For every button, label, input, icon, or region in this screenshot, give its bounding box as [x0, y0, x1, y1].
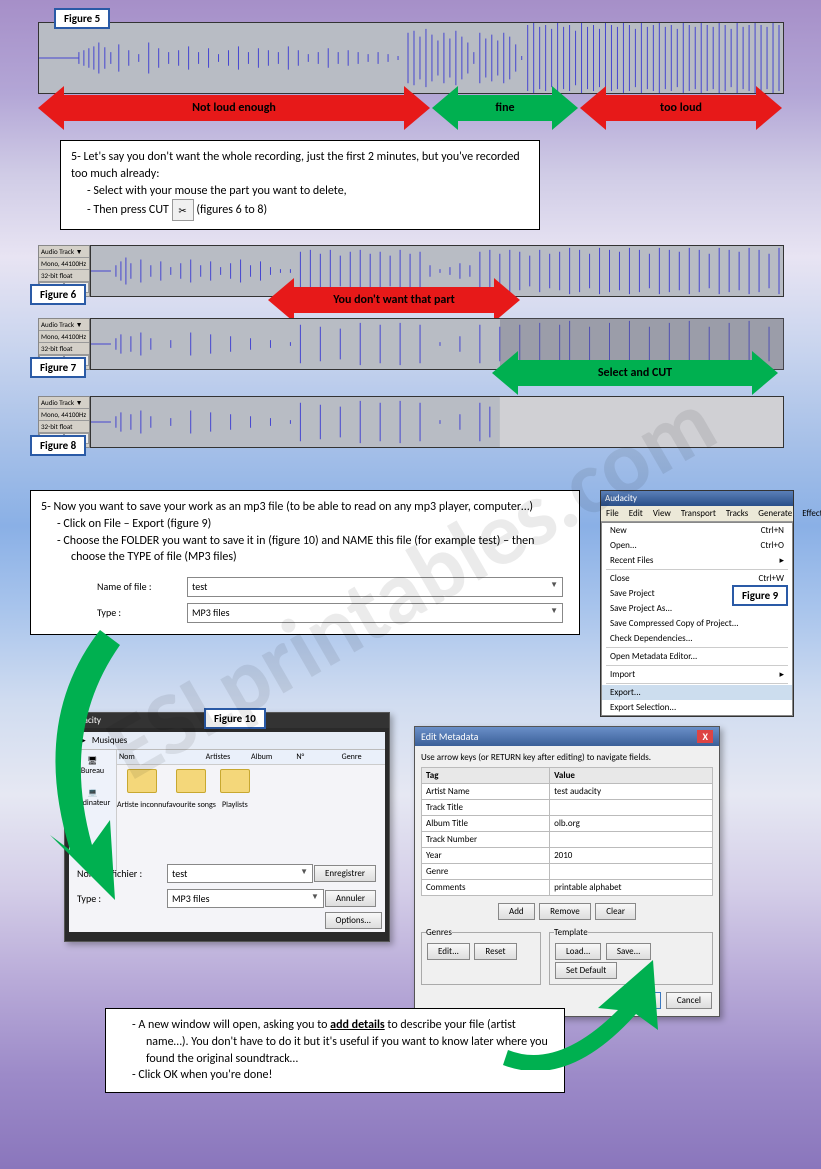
cut-icon: ✂	[172, 199, 194, 221]
step5b-bullet2: Choose the FOLDER you want to save it in…	[71, 533, 569, 567]
final-bullet1: A new window will open, asking you to ad…	[146, 1017, 554, 1067]
curved-arrow-icon	[498, 960, 678, 1070]
arrow-head-icon	[580, 86, 606, 130]
filename-field[interactable]: test▼	[167, 864, 313, 883]
metadata-table: TagValue Artist Nametest audacity Track …	[421, 767, 713, 896]
menu-transport[interactable]: Transport	[676, 506, 721, 521]
arrow-head-icon	[432, 86, 458, 130]
template-save-button[interactable]: Save...	[606, 943, 652, 960]
arrow-head-icon	[492, 351, 518, 395]
menu-generate[interactable]: Generate	[753, 506, 797, 521]
metadata-instruction: Use arrow keys (or RETURN key after edit…	[421, 752, 713, 763]
template-load-button[interactable]: Load...	[555, 943, 601, 960]
table-row[interactable]: Artist Nametest audacity	[422, 784, 713, 800]
menu-close[interactable]: CloseCtrl+W	[602, 571, 792, 586]
menu-export[interactable]: Export...	[602, 685, 792, 700]
step5a-box: 5- Let's say you don't want the whole re…	[60, 140, 540, 230]
options-button[interactable]: Options...	[325, 912, 382, 929]
step5a-bullet2: Then press CUT ✂ (figures 6 to 8)	[101, 199, 529, 221]
final-bullet2: Click OK when you're done!	[146, 1067, 554, 1084]
step5b-bullet1: Click on File – Export (figure 9)	[71, 516, 569, 533]
fig6-arrow: You don't want that part	[294, 287, 494, 313]
fig7-arrow: Select and CUT	[518, 360, 752, 386]
figure10-label: Figure 10	[204, 708, 266, 729]
figure9-label: Figure 9	[732, 585, 788, 606]
menu-effect[interactable]: Effect	[797, 506, 821, 521]
menu-new[interactable]: NewCtrl+N	[602, 523, 792, 538]
fine-arrow: fine	[458, 95, 552, 121]
cancel-button[interactable]: Annuler	[325, 890, 376, 907]
file-menu-dropdown: NewCtrl+N Open...Ctrl+O Recent Files▸ Cl…	[601, 522, 793, 716]
step5b-box: 5- Now you want to save your work as an …	[30, 490, 580, 635]
menu-import[interactable]: Import▸	[602, 667, 792, 682]
filetype-field[interactable]: MP3 files▼	[167, 889, 324, 908]
add-button[interactable]: Add	[498, 903, 535, 920]
close-icon[interactable]: X	[697, 730, 713, 743]
step5b-intro: 5- Now you want to save your work as an …	[41, 499, 569, 516]
type-field[interactable]: MP3 files▼	[187, 603, 563, 623]
name-label: Name of file :	[97, 580, 187, 594]
menu-file[interactable]: File	[601, 506, 624, 521]
figure8-label: Figure 8	[30, 435, 86, 456]
arrow-head-icon	[756, 86, 782, 130]
not-loud-arrow: Not loud enough	[64, 95, 404, 121]
figure5-label: Figure 5	[54, 8, 110, 29]
menu-savecomp[interactable]: Save Compressed Copy of Project...	[602, 616, 792, 631]
type-label: Type :	[97, 606, 187, 620]
figure7-label: Figure 7	[30, 357, 86, 378]
folder-icon[interactable]	[176, 769, 206, 793]
curved-arrow-icon	[20, 620, 170, 910]
table-row[interactable]: Track Title	[422, 800, 713, 816]
genres-edit-button[interactable]: Edit...	[427, 943, 470, 960]
figure8-waveform	[90, 396, 784, 448]
genres-reset-button[interactable]: Reset	[474, 943, 516, 960]
menu-exportsel[interactable]: Export Selection...	[602, 700, 792, 715]
menu-edit[interactable]: Edit	[624, 506, 648, 521]
figure6-label: Figure 6	[30, 284, 86, 305]
folder-icon[interactable]	[220, 769, 250, 793]
table-row[interactable]: Album Titleolb.org	[422, 816, 713, 832]
table-row[interactable]: Track Number	[422, 832, 713, 848]
clear-button[interactable]: Clear	[595, 903, 636, 920]
arrow-head-icon	[552, 86, 578, 130]
step5a-bullet1: Select with your mouse the part you want…	[101, 183, 529, 200]
step5a-intro: 5- Let's say you don't want the whole re…	[71, 149, 529, 183]
arrow-head-icon	[494, 278, 520, 322]
menu-openmeta[interactable]: Open Metadata Editor...	[602, 649, 792, 664]
menu-tracks[interactable]: Tracks	[721, 506, 753, 521]
menu-view[interactable]: View	[648, 506, 676, 521]
chevron-down-icon: ▼	[550, 606, 558, 620]
app-title: Audacity	[601, 491, 793, 506]
name-field[interactable]: test▼	[187, 577, 563, 597]
remove-button[interactable]: Remove	[539, 903, 591, 920]
menu-recent[interactable]: Recent Files▸	[602, 553, 792, 568]
dialog-title: Edit Metadata	[421, 730, 478, 743]
table-row[interactable]: Genre	[422, 864, 713, 880]
menu-bar: File Edit View Transport Tracks Generate…	[601, 506, 793, 522]
chevron-down-icon: ▼	[550, 580, 558, 594]
arrow-head-icon	[38, 86, 64, 130]
final-box: A new window will open, asking you to ad…	[105, 1008, 565, 1093]
too-loud-arrow: too loud	[606, 95, 756, 121]
arrow-head-icon	[404, 86, 430, 130]
table-row[interactable]: Year2010	[422, 848, 713, 864]
menu-checkdep[interactable]: Check Dependencies...	[602, 631, 792, 646]
table-row[interactable]: Commentsprintable alphabet	[422, 880, 713, 896]
save-button[interactable]: Enregistrer	[314, 865, 376, 882]
figure5-waveform	[38, 22, 784, 94]
menu-open[interactable]: Open...Ctrl+O	[602, 538, 792, 553]
arrow-head-icon	[752, 351, 778, 395]
arrow-head-icon	[268, 278, 294, 322]
